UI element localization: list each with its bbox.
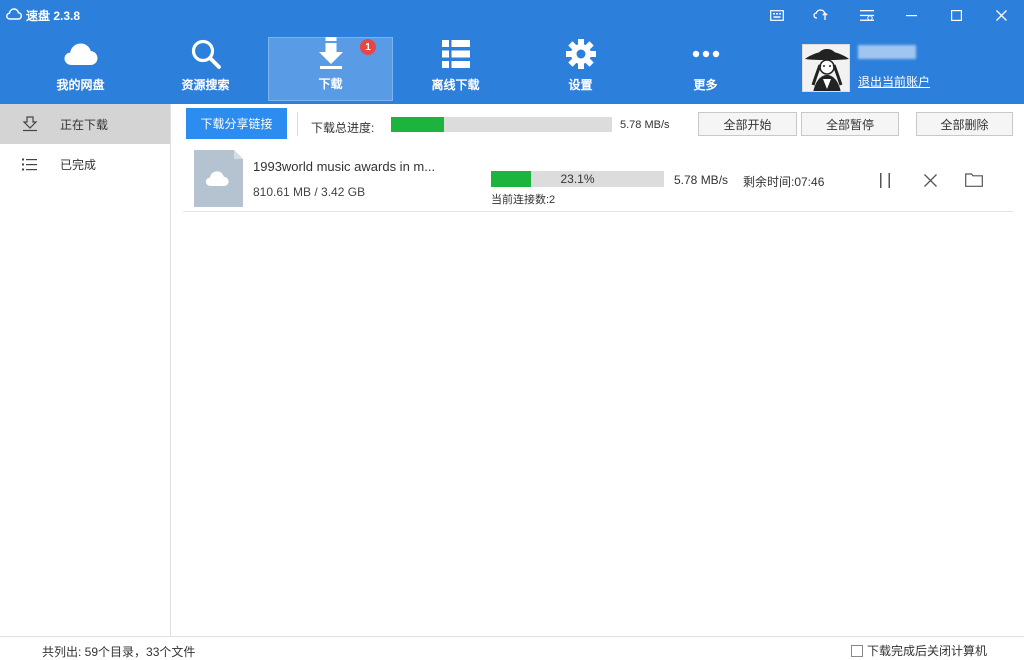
shutdown-checkbox[interactable] [851, 644, 863, 657]
sidebar-item-downloading[interactable]: 正在下载 [0, 104, 170, 144]
cloud-sync-icon[interactable] [799, 0, 844, 30]
title-bar[interactable]: 速盘 2.3.8 [0, 0, 1024, 30]
more-dots-icon [692, 37, 720, 70]
sidebar-item-label: 已完成 [60, 157, 97, 172]
keyboard-icon[interactable] [754, 0, 799, 30]
file-size: 810.61 MB / 3.42 GB [253, 185, 366, 199]
download-row[interactable]: 1993world music awards in m... 810.61 MB… [183, 146, 1013, 212]
file-cloud-icon [194, 150, 243, 207]
sidebar-item-label: 正在下载 [60, 117, 109, 132]
list-icon [22, 158, 40, 171]
nav-more[interactable]: 更多 [643, 37, 768, 101]
total-progress-label: 下载总进度: [311, 121, 375, 135]
app-title-text: 速盘 2.3.8 [26, 9, 81, 23]
nav-label: 我的网盘 [56, 78, 105, 92]
header: 速盘 2.3.8 我的网盘 资源搜索 下载 1 离线下载 设置 更多 退出当前账… [0, 0, 1024, 104]
sidebar: 正在下载 已完成 [0, 104, 171, 636]
nav-resource-search[interactable]: 资源搜索 [143, 37, 268, 101]
window-controls [754, 0, 1024, 30]
nav-label: 更多 [693, 78, 718, 92]
nav-settings[interactable]: 设置 [518, 37, 643, 101]
nav-label: 离线下载 [431, 78, 480, 92]
download-list: 1993world music awards in m... 810.61 MB… [171, 144, 1024, 636]
list-grid-icon [441, 37, 470, 70]
file-remaining-time: 剩余时间:07:46 [743, 175, 825, 189]
status-bar: 共列出: 59个目录，33个文件 下载完成后关闭计算机 [0, 636, 1024, 660]
nav-offline-download[interactable]: 离线下载 [393, 37, 518, 101]
avatar[interactable] [802, 44, 850, 92]
shutdown-after-download-option[interactable]: 下载完成后关闭计算机 [851, 642, 987, 659]
menu-icon[interactable] [844, 0, 889, 30]
total-progress-fill [391, 117, 445, 132]
download-tray-icon [22, 116, 40, 132]
main-nav: 我的网盘 资源搜索 下载 1 离线下载 设置 更多 [18, 37, 768, 101]
file-progress-percent: 23.1% [560, 172, 595, 186]
cancel-icon[interactable] [920, 170, 940, 190]
pause-icon[interactable] [875, 170, 895, 190]
download-count-badge: 1 [360, 39, 376, 55]
maximize-icon[interactable] [934, 0, 979, 30]
nav-download[interactable]: 下载 1 [268, 37, 393, 101]
download-toolbar: 下载分享链接 下载总进度: 5.78 MB/s 全部开始 全部暂停 全部删除 [171, 104, 1024, 144]
pause-all-button[interactable]: 全部暂停 [801, 112, 899, 136]
cloud-logo-icon [6, 8, 23, 23]
user-area: 退出当前账户 [802, 44, 1002, 94]
file-progress-bar: 23.1% [491, 171, 664, 187]
close-window-icon[interactable] [979, 0, 1024, 30]
file-speed: 5.78 MB/s [674, 173, 729, 187]
search-icon [190, 37, 222, 70]
cloud-icon [63, 37, 99, 70]
nav-label: 设置 [568, 78, 593, 92]
username-blurred [858, 45, 916, 59]
total-progress-bar [391, 117, 612, 132]
app-title: 速盘 2.3.8 [6, 7, 80, 24]
download-share-link-button[interactable]: 下载分享链接 [186, 108, 287, 139]
shutdown-label: 下载完成后关闭计算机 [867, 644, 988, 658]
toolbar-divider [297, 112, 298, 136]
delete-all-button[interactable]: 全部删除 [916, 112, 1013, 136]
total-speed: 5.78 MB/s [620, 119, 670, 131]
open-folder-icon[interactable] [964, 170, 984, 190]
file-connections: 当前连接数:2 [491, 194, 556, 206]
gear-icon [565, 37, 596, 70]
nav-label: 资源搜索 [181, 78, 230, 92]
minimize-icon[interactable] [889, 0, 934, 30]
listing-summary: 共列出: 59个目录，33个文件 [42, 645, 196, 659]
start-all-button[interactable]: 全部开始 [698, 112, 797, 136]
nav-my-disk[interactable]: 我的网盘 [18, 37, 143, 101]
file-name: 1993world music awards in m... [253, 159, 436, 174]
sidebar-item-completed[interactable]: 已完成 [0, 144, 170, 184]
download-arrow-icon [318, 37, 344, 69]
nav-label: 下载 [318, 77, 343, 91]
logout-link[interactable]: 退出当前账户 [858, 73, 930, 90]
